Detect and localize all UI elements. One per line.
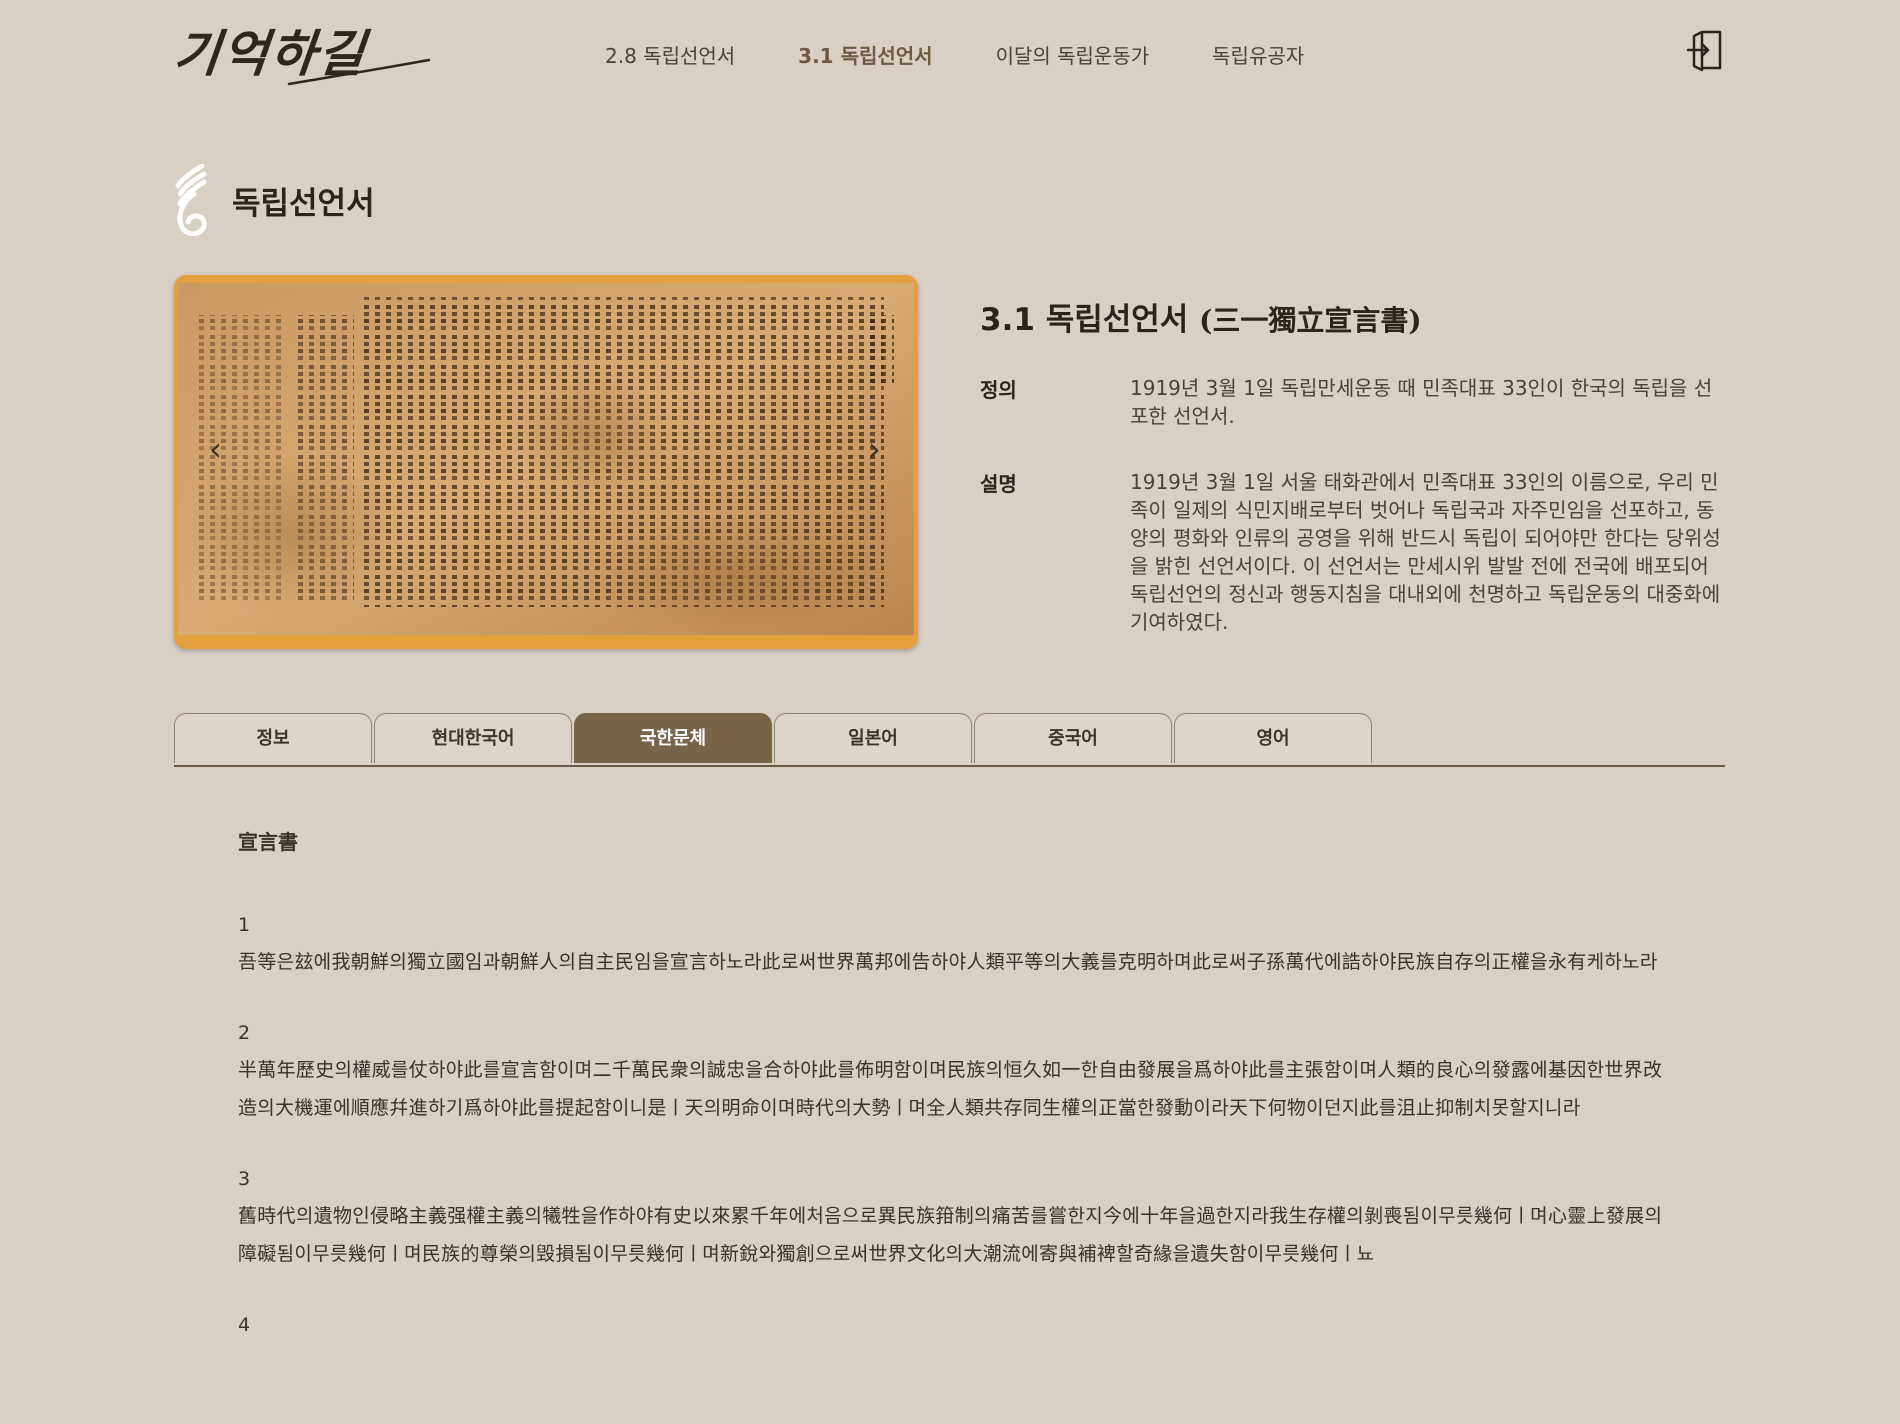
nav-item-31-declaration[interactable]: 3.1 독립선언서 [798,40,932,69]
chevron-left-icon[interactable]: ‹ [209,430,222,468]
paragraph-text: 半萬年歷史의權威를仗하야此를宣言함이며二千萬民衆의誠忠을合하야此를佈明함이며民族… [238,1059,1663,1119]
description-text: 1919년 3월 1일 서울 태화관에서 민족대표 33인의 이름으로, 우리 … [1130,470,1721,634]
page-title: 독립선언서 [232,186,375,222]
document-title: 3.1 독립선언서 (三一獨立宣言書) [980,294,1422,339]
declaration-document-image [174,275,918,649]
description-label: 설명 [980,472,1017,496]
tab-modern-korean[interactable]: 현대한국어 [374,713,572,763]
language-tabs: 정보 현대한국어 국한문체 일본어 중국어 영어 [174,713,1725,767]
definition-label: 정의 [980,378,1017,402]
paragraph: 3 舊時代의遺物인侵略主義强權主義의犧牲을作하야有史以來累千年에처음으로異民族箝… [238,1161,1668,1273]
tab-japanese[interactable]: 일본어 [774,713,972,763]
paragraph-number: 4 [238,1314,251,1336]
document-image-carousel[interactable] [174,275,918,649]
paragraph: 1 吾等은玆에我朝鮮의獨立國임과朝鮮人의自主民임을宣言하노라此로써世界萬邦에告하… [238,907,1668,981]
nav-item-28-declaration[interactable]: 2.8 독립선언서 [605,40,735,69]
chevron-right-icon[interactable]: › [868,430,881,468]
nav-item-activist-of-month[interactable]: 이달의 독립운동가 [996,40,1150,69]
login-icon[interactable] [1686,28,1724,72]
tab-english[interactable]: 영어 [1174,713,1372,763]
nav-item-merit-persons[interactable]: 독립유공자 [1212,40,1304,69]
paragraph-text: 舊時代의遺物인侵略主義强權主義의犧牲을作하야有史以來累千年에처음으로異民族箝制의… [238,1205,1663,1265]
document-title-hanja: (三一獨立宣言書) [1199,304,1422,337]
paragraph-text: 吾等은玆에我朝鮮의獨立國임과朝鮮人의自主民임을宣言하노라此로써世界萬邦에告하야人… [238,951,1658,973]
paragraph-number: 1 [238,914,251,936]
paragraph: 4 [238,1307,1668,1343]
declaration-heading: 宣言書 [238,830,298,854]
document-title-korean: 3.1 독립선언서 [980,302,1189,338]
site-logo[interactable]: 기억하길 [171,18,434,90]
definition-text: 1919년 3월 1일 독립만세운동 때 민족대표 33인이 한국의 독립을 선… [1130,376,1713,428]
brush-stroke-icon [175,164,207,237]
paragraph-number: 3 [238,1168,251,1190]
main-nav: 2.8 독립선언서 3.1 독립선언서 이달의 독립운동가 독립유공자 [605,40,1367,69]
paragraph-number: 2 [238,1022,251,1044]
tab-info[interactable]: 정보 [174,713,372,763]
tab-chinese[interactable]: 중국어 [974,713,1172,763]
tab-mixed-script[interactable]: 국한문체 [574,713,772,763]
paragraph: 2 半萬年歷史의權威를仗하야此를宣言함이며二千萬民衆의誠忠을合하야此를佈明함이며… [238,1015,1668,1127]
logo-swoosh-icon [287,58,431,86]
declaration-text-content: 宣言書 1 吾等은玆에我朝鮮의獨立國임과朝鮮人의自主民임을宣言하노라此로써世界萬… [238,826,1668,1377]
